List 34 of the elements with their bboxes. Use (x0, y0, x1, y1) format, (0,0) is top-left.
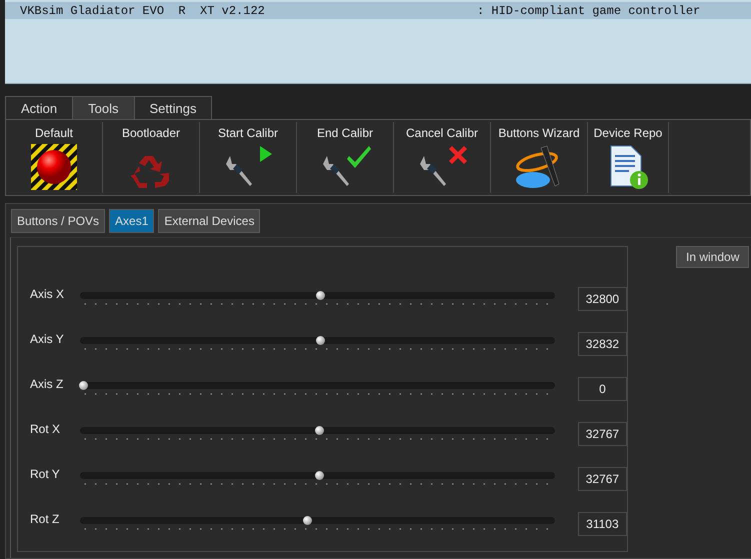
axis-label: Axis X (30, 286, 66, 300)
toolbar-button[interactable]: Start Calibr (200, 122, 297, 193)
slider-thumb[interactable] (315, 471, 324, 480)
tab[interactable]: Settings (134, 96, 212, 119)
axis-value: 32832 (578, 332, 627, 356)
axis-label: Rot X (30, 422, 62, 436)
slider-thumb[interactable] (316, 336, 326, 345)
toolbar-button[interactable]: Bootloader (103, 122, 200, 193)
toolbar-button[interactable]: Default (6, 122, 103, 193)
slider-thumb[interactable] (315, 426, 324, 435)
axis-value: 32767 (578, 466, 627, 490)
tab[interactable]: External Devices (158, 209, 260, 233)
alarm-button-icon (31, 144, 77, 190)
axis-value: 31103 (578, 512, 627, 536)
tab[interactable]: Tools (72, 96, 134, 119)
axis-value: 0 (578, 376, 627, 400)
tab[interactable]: Axes1 (109, 209, 154, 233)
toolbar-button[interactable]: Buttons Wizard (491, 122, 588, 193)
device-row[interactable]: VKBsim Gladiator EVO R XT v2.122 : HID-compliant game controller (5, 2, 751, 19)
slider-thumb[interactable] (303, 516, 312, 525)
tab[interactable]: Action (5, 96, 74, 119)
tab[interactable]: Buttons / POVs (11, 209, 106, 233)
toolbar-button[interactable]: Device Repo (588, 122, 669, 193)
in-window-button[interactable]: In window (676, 246, 750, 268)
axis-value: 32767 (578, 422, 627, 446)
toolbar-button[interactable]: Cancel Calibr (394, 122, 491, 193)
axis-label: Rot Z (30, 512, 60, 526)
axis-label: Axis Z (30, 376, 64, 390)
axis-label: Axis Y (30, 332, 65, 346)
toolbar-button[interactable]: End Calibr (297, 122, 394, 193)
axis-label: Rot Y (30, 466, 61, 480)
slider-thumb[interactable] (79, 381, 88, 390)
slider-thumb[interactable] (316, 291, 326, 300)
axis-value: 32800 (578, 286, 627, 310)
